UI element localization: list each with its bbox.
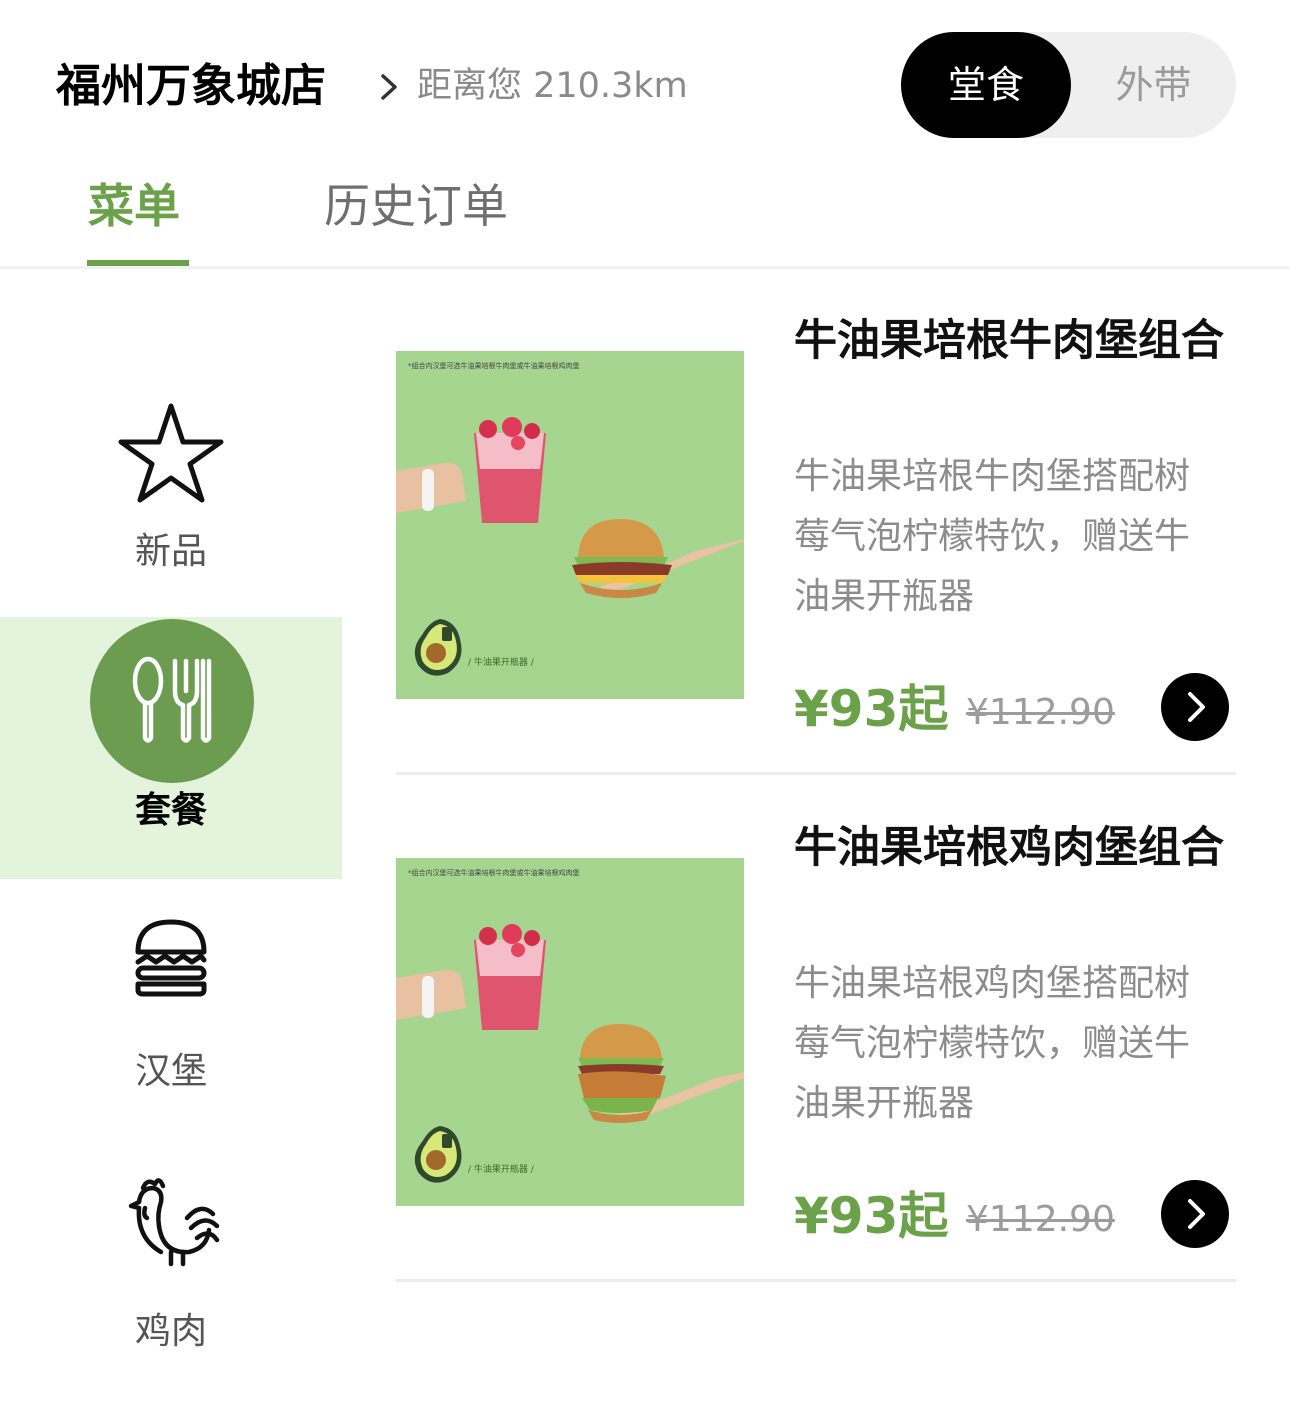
product-detail-button[interactable]	[1161, 1180, 1229, 1248]
sidebar-item-burger[interactable]: 汉堡	[0, 880, 342, 1142]
sidebar-item-label: 新品	[134, 531, 207, 572]
sidebar-item-label: 鸡肉	[134, 1311, 207, 1352]
sidebar-item-new[interactable]: 新品	[0, 380, 342, 642]
sidebar-item-combo[interactable]: 套餐	[0, 617, 342, 879]
image-caption: / 牛油果开瓶器 /	[468, 658, 534, 668]
product-price: ¥93起	[794, 680, 949, 738]
product-description: 牛油果培根牛肉堡搭配树莓气泡柠檬特饮，赠送牛油果开瓶器	[794, 456, 1191, 617]
dining-mode-toggle[interactable]: 堂食 外带	[901, 32, 1236, 138]
product-title[interactable]: 牛油果培根牛肉堡组合	[794, 309, 1236, 373]
chevron-right-icon	[1188, 692, 1205, 722]
card-divider	[396, 772, 1236, 775]
dine-in-option[interactable]: 堂食	[901, 32, 1071, 138]
product-image[interactable]: *组合内汉堡可选牛油果培根牛肉堡或牛油果培根鸡肉堡 / 牛油果开瓶器 /	[396, 351, 744, 699]
star-icon	[118, 403, 224, 503]
store-distance: 距离您 210.3km	[417, 66, 688, 106]
avocado-opener-icon	[414, 1126, 462, 1183]
product-price: ¥93起	[794, 1187, 949, 1245]
rooster-icon	[128, 1178, 220, 1267]
burger-icon	[135, 919, 207, 997]
sidebar-item-label: 套餐	[134, 790, 207, 831]
image-caption: / 牛油果开瓶器 /	[468, 1165, 534, 1175]
store-name[interactable]: 福州万象城店	[56, 56, 326, 116]
product-detail-button[interactable]	[1161, 673, 1229, 741]
sidebar-item-label: 汉堡	[134, 1051, 207, 1092]
tab-order-history[interactable]: 历史订单	[324, 176, 508, 236]
chevron-right-icon	[1188, 1199, 1205, 1229]
utensils-icon	[132, 656, 212, 743]
avocado-opener-icon	[414, 619, 462, 676]
takeaway-option[interactable]: 外带	[1071, 32, 1236, 138]
product-original-price: ¥112.90	[966, 692, 1115, 733]
product-description: 牛油果培根鸡肉堡搭配树莓气泡柠檬特饮，赠送牛油果开瓶器	[794, 963, 1191, 1124]
card-divider	[396, 1279, 1236, 1282]
product-original-price: ¥112.90	[966, 1199, 1115, 1240]
tab-menu[interactable]: 菜单	[88, 176, 180, 236]
product-image[interactable]: *组合内汉堡可选牛油果培根牛肉堡或牛油果培根鸡肉堡 / 牛油果开瓶器 /	[396, 858, 744, 1206]
tab-divider	[0, 266, 1290, 269]
product-title[interactable]: 牛油果培根鸡肉堡组合	[794, 816, 1236, 880]
product-card[interactable]: *组合内汉堡可选牛油果培根牛肉堡或牛油果培根鸡肉堡 / 牛油果开瓶器 / 牛油果…	[396, 309, 1236, 809]
product-card[interactable]: *组合内汉堡可选牛油果培根牛肉堡或牛油果培根鸡肉堡 / 牛油果开瓶器 / 牛油果…	[396, 816, 1236, 1316]
sidebar-item-chicken[interactable]: 鸡肉	[0, 1142, 342, 1404]
chevron-right-icon[interactable]	[375, 70, 405, 104]
